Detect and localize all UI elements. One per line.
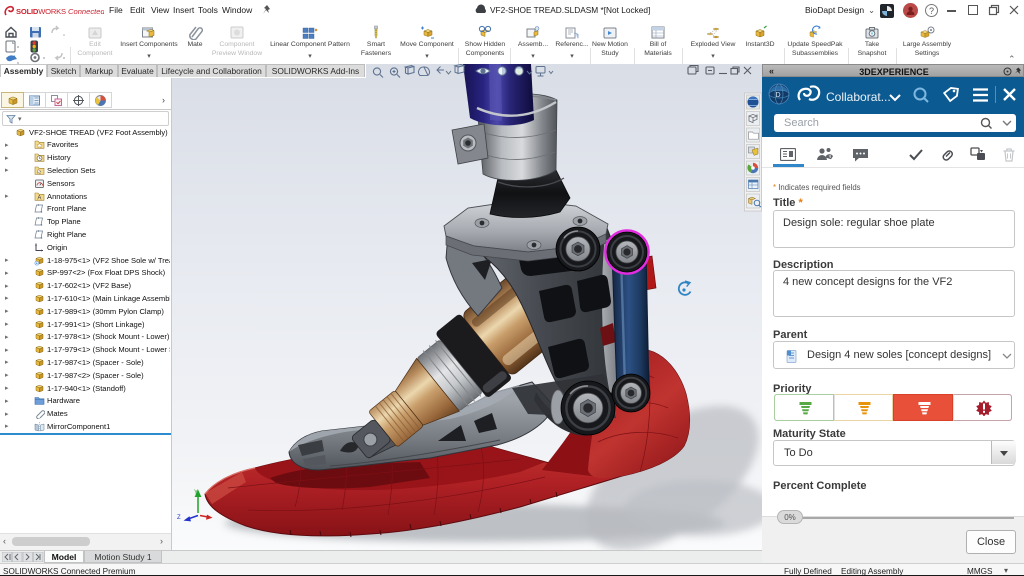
svg-text:A: A [37, 195, 41, 201]
svg-text:Y: Y [194, 490, 198, 496]
svg-text:SOLIDWORKS: SOLIDWORKS [16, 7, 66, 16]
svg-text:Z: Z [177, 515, 181, 521]
svg-text:Connected: Connected [68, 7, 104, 16]
svg-text:D: D [776, 92, 781, 99]
